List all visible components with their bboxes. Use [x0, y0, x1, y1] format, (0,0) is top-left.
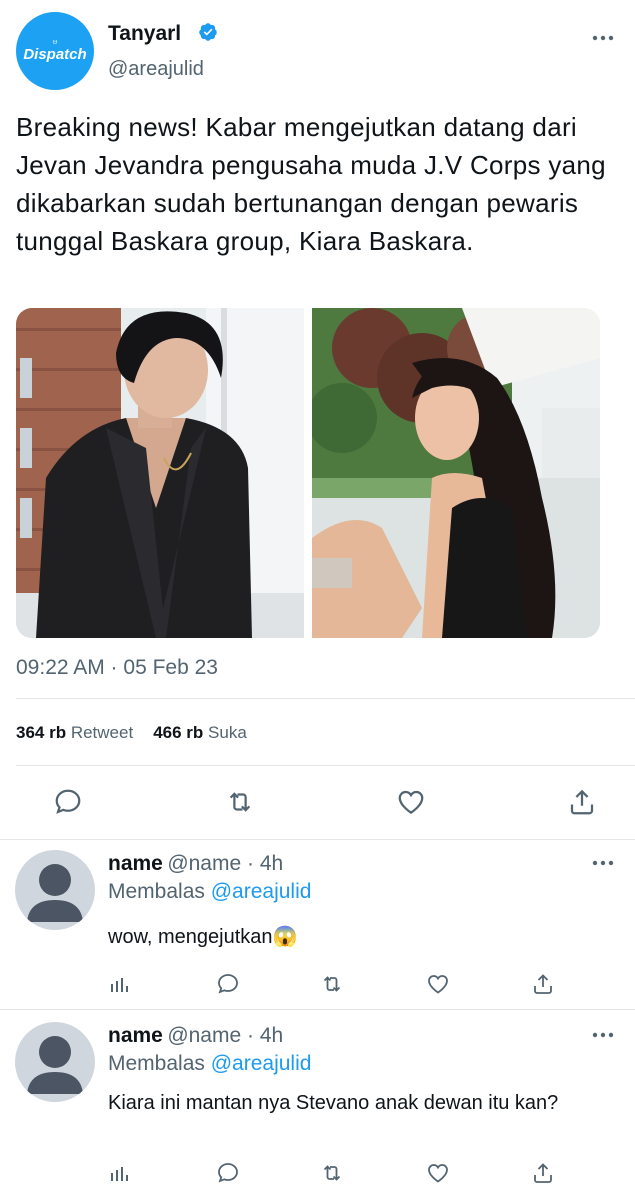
divider	[16, 698, 635, 699]
author-handle[interactable]: @areajulid	[108, 58, 204, 81]
like-stat[interactable]: 466 rb Suka	[153, 723, 247, 742]
retweet-icon[interactable]	[320, 1161, 344, 1185]
share-icon[interactable]	[531, 972, 555, 996]
reply-avatar[interactable]	[15, 850, 95, 930]
reply-text: wow, mengejutkan😱	[108, 926, 298, 948]
photo-man-in-black-suit	[16, 308, 304, 638]
reply-header: name @name · 4h	[108, 852, 283, 876]
reply-handle-time: @name · 4h	[167, 852, 284, 875]
verified-badge-icon	[199, 23, 217, 41]
divider	[16, 765, 635, 766]
tweet-stats: 364 rb Retweet 466 rb Suka	[16, 723, 247, 743]
tweet-photo-1[interactable]	[16, 308, 304, 638]
replying-to: Membalas @areajulid	[108, 880, 311, 904]
tweet-photo-2[interactable]	[312, 308, 600, 638]
reply-name[interactable]: name	[108, 1024, 163, 1047]
more-dots-icon[interactable]	[592, 35, 614, 41]
more-dots-icon[interactable]	[592, 1032, 614, 1038]
photo-woman-smiling-outdoors	[312, 308, 600, 638]
retweet-count: 364 rb	[16, 723, 67, 742]
default-user-icon	[27, 864, 83, 922]
more-dots-icon[interactable]	[592, 860, 614, 866]
reply-icon[interactable]	[216, 972, 240, 996]
retweet-icon[interactable]	[320, 972, 344, 996]
author-name[interactable]: Tanyarl	[108, 22, 181, 46]
like-label: Suka	[208, 723, 247, 742]
share-icon[interactable]	[531, 1161, 555, 1185]
reply-avatar[interactable]	[15, 1022, 95, 1102]
retweet-label: Retweet	[70, 723, 134, 742]
replying-prefix: Membalas	[108, 1052, 205, 1075]
default-user-icon	[27, 1036, 83, 1094]
reply-handle-time: @name · 4h	[167, 1024, 284, 1047]
like-count: 466 rb	[153, 723, 204, 742]
tweet-timestamp[interactable]: 09:22 AM · 05 Feb 23	[16, 656, 218, 680]
like-icon[interactable]	[426, 972, 450, 996]
like-icon[interactable]	[396, 787, 426, 817]
reply-header: name @name · 4h	[108, 1024, 283, 1048]
dispatch-logo: Ɵ Dispatch	[23, 40, 87, 63]
reply-name[interactable]: name	[108, 852, 163, 875]
retweet-stat[interactable]: 364 rb Retweet	[16, 723, 133, 742]
reply-item[interactable]: name @name · 4h Membalas @areajulid wow,…	[0, 840, 635, 1008]
reply-icon[interactable]	[216, 1161, 240, 1185]
replying-mention[interactable]: @areajulid	[211, 880, 312, 903]
author-avatar[interactable]: Ɵ Dispatch	[16, 12, 94, 90]
retweet-icon[interactable]	[225, 787, 255, 817]
analytics-icon[interactable]	[108, 1161, 132, 1185]
replying-to: Membalas @areajulid	[108, 1052, 311, 1076]
tweet-text: Breaking news! Kabar mengejutkan datang …	[16, 112, 606, 256]
share-icon[interactable]	[567, 787, 597, 817]
like-icon[interactable]	[426, 1161, 450, 1185]
analytics-icon[interactable]	[108, 972, 132, 996]
reply-item[interactable]: name @name · 4h Membalas @areajulid Kiar…	[0, 1010, 635, 1200]
replying-mention[interactable]: @areajulid	[211, 1052, 312, 1075]
replying-prefix: Membalas	[108, 880, 205, 903]
reply-icon[interactable]	[53, 787, 83, 817]
reply-text: Kiara ini mantan nya Stevano anak dewan …	[108, 1092, 559, 1114]
